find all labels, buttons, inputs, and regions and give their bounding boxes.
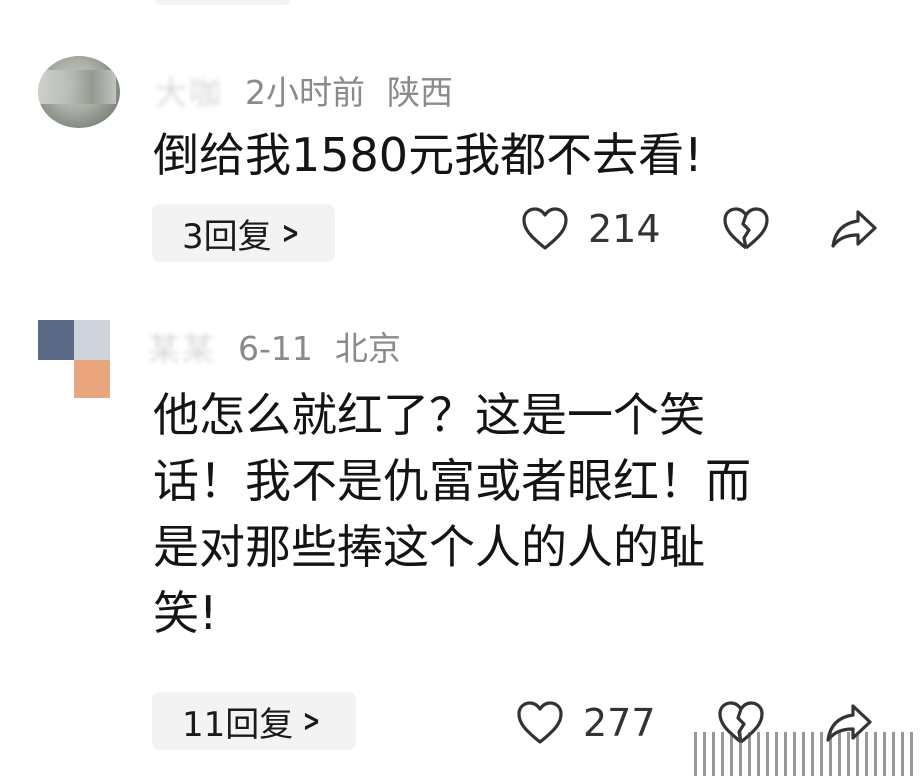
- comment-location: 陕西: [387, 73, 454, 112]
- view-replies-button[interactable]: 11回复 >: [152, 692, 357, 750]
- reply-count: 11回复: [182, 704, 294, 745]
- heart-outline-icon: [520, 206, 570, 252]
- watermark-overlay: [694, 732, 914, 776]
- like-count: 214: [588, 207, 661, 251]
- comment-actions: 214: [520, 206, 879, 252]
- comment-location: 北京: [334, 329, 401, 368]
- like-count: 277: [583, 701, 656, 745]
- comment-meta: 大咖 2小时前 陕西: [155, 66, 453, 114]
- chevron-right-icon: >: [303, 703, 321, 739]
- share-arrow-icon[interactable]: [829, 207, 879, 251]
- comment-text: 他怎么就红了？这是一个笑 话！我不是仇富或者眼红！而 是对那些捧这个人的人的耻 …: [153, 388, 751, 640]
- broken-heart-icon[interactable]: [721, 206, 771, 252]
- avatar[interactable]: [38, 56, 120, 128]
- comment-meta: 某某 6-11 北京: [148, 322, 401, 370]
- chevron-right-icon: >: [281, 215, 300, 251]
- like-button[interactable]: 277: [515, 700, 656, 746]
- view-replies-button[interactable]: 3回复 >: [152, 204, 335, 262]
- reply-count: 3回复: [182, 216, 272, 257]
- comment-time: 2小时前: [245, 73, 366, 112]
- comment-text: 倒给我1580元我都不去看!: [153, 128, 703, 182]
- previous-reply-pill-edge: [155, 0, 290, 5]
- avatar[interactable]: [38, 320, 110, 398]
- like-button[interactable]: 214: [520, 206, 661, 252]
- heart-outline-icon: [515, 700, 565, 746]
- comment-time: 6-11: [238, 329, 313, 368]
- username[interactable]: 大咖: [155, 68, 223, 114]
- username[interactable]: 某某: [148, 324, 216, 370]
